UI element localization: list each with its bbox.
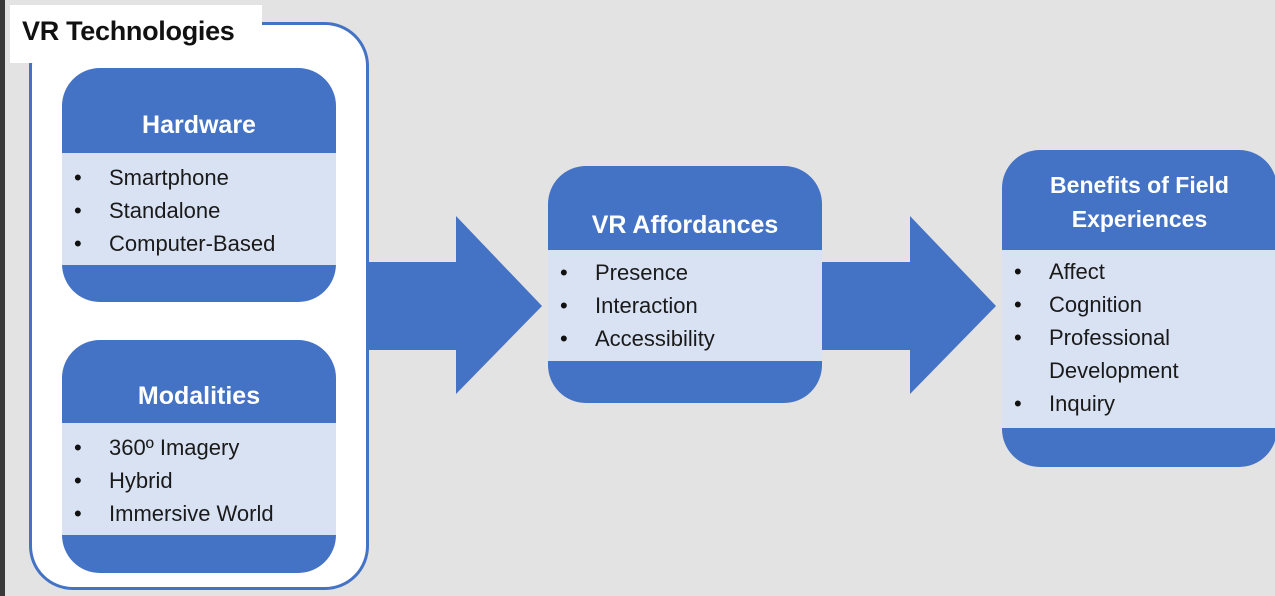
- bullet-icon: •: [74, 435, 82, 460]
- hardware-card: Hardware • Smartphone • Standalone • Comput…: [62, 68, 336, 302]
- bullet-icon: •: [1014, 325, 1022, 350]
- list-item: • Professional: [1014, 321, 1275, 354]
- hardware-card-title: Hardware: [142, 111, 256, 139]
- vr-affordances-card: VR Affordances • Presence • Interaction • A…: [548, 166, 822, 403]
- arrow-2-shape: [822, 216, 996, 394]
- list-item: • Immersive World: [74, 497, 336, 530]
- modalities-card-body: • 360º Imagery • Hybrid • Immersive World: [62, 423, 336, 535]
- list-item: • Hybrid: [74, 464, 336, 497]
- bullet-icon: •: [560, 293, 568, 318]
- bullet-icon: •: [1014, 292, 1022, 317]
- arrow-1-shape: [368, 216, 542, 394]
- benefits-card-header: Benefits of Field Experiences: [1002, 150, 1275, 250]
- benefits-list: • Affect • Cognition • Professional Develop…: [1014, 255, 1275, 420]
- bullet-icon: •: [74, 198, 82, 223]
- hardware-card-body: • Smartphone • Standalone • Computer-Based: [62, 153, 336, 265]
- modalities-card-title: Modalities: [137, 382, 261, 410]
- modalities-card-header: Modalities: [62, 340, 336, 423]
- list-item: • Inquiry: [1014, 387, 1275, 420]
- vr-affordances-card-body: • Presence • Interaction • Accessibility: [548, 250, 822, 361]
- left-edge-strip: [0, 0, 5, 596]
- modalities-card: Modalities • 360º Imagery • Hybrid • Immers…: [62, 340, 336, 573]
- vr-technologies-title: VR Technologies: [10, 5, 262, 63]
- benefits-card-title-line1: Benefits of Field: [1050, 172, 1229, 198]
- benefits-card-title-line2: Experiences: [1071, 206, 1208, 232]
- list-item: • Computer-Based: [74, 227, 336, 260]
- right-arrow-icon: [822, 216, 996, 394]
- list-item: • Affect: [1014, 255, 1275, 288]
- bullet-icon: •: [1014, 391, 1022, 416]
- list-item: • 360º Imagery: [74, 431, 336, 464]
- vr-affordances-list: • Presence • Interaction • Accessibility: [560, 256, 822, 355]
- bullet-icon: •: [74, 165, 82, 190]
- right-arrow-icon: [368, 216, 542, 394]
- bullet-icon: •: [74, 501, 82, 526]
- bullet-icon: •: [74, 468, 82, 493]
- list-item: • Smartphone: [74, 161, 336, 194]
- list-item: • Cognition: [1014, 288, 1275, 321]
- list-item: • Presence: [560, 256, 822, 289]
- hardware-card-header: Hardware: [62, 68, 336, 153]
- list-item: • Interaction: [560, 289, 822, 322]
- benefits-card-body: • Affect • Cognition • Professional Develop…: [1002, 250, 1275, 428]
- bullet-icon: •: [560, 326, 568, 351]
- hardware-list: • Smartphone • Standalone • Computer-Based: [74, 161, 336, 260]
- vr-affordances-card-title: VR Affordances: [591, 210, 779, 239]
- bullet-icon: •: [560, 260, 568, 285]
- list-item: • Standalone: [74, 194, 336, 227]
- bullet-icon: •: [1014, 259, 1022, 284]
- vr-affordances-card-header: VR Affordances: [548, 166, 822, 250]
- list-item: • Accessibility: [560, 322, 822, 355]
- bullet-icon: •: [74, 231, 82, 256]
- modalities-list: • 360º Imagery • Hybrid • Immersive World: [74, 431, 336, 530]
- benefits-card: Benefits of Field Experiences • Affect • C…: [1002, 150, 1275, 467]
- list-item-continuation: Development: [1049, 358, 1179, 383]
